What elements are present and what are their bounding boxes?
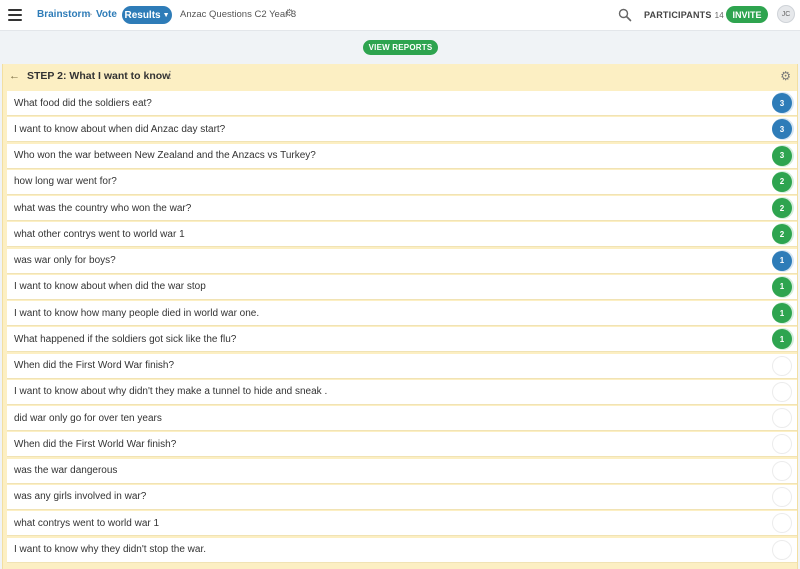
search-icon[interactable] [618, 8, 632, 22]
list-item-text: was war only for boys? [14, 255, 116, 267]
breadcrumb-brainstorm[interactable]: Brainstorm [37, 9, 90, 20]
step-panel: ← STEP 2: What I want to know ⋮ ⚙ What f… [2, 64, 798, 569]
vote-count-badge[interactable] [772, 408, 792, 429]
vote-count-badge[interactable]: 2 [772, 171, 792, 192]
participants-button[interactable]: PARTICIPANTS 14 [644, 10, 724, 20]
list-item[interactable]: what was the country who won the war? 2 [7, 196, 797, 222]
list-item-text: I want to know about why didn't they mak… [14, 386, 328, 398]
step-settings-gear-icon[interactable]: ⚙ [780, 69, 791, 83]
vote-count-badge[interactable]: 1 [772, 250, 792, 271]
step-header: ← STEP 2: What I want to know ⋮ ⚙ [3, 64, 797, 90]
vote-count-badge[interactable] [772, 355, 792, 376]
list-item[interactable]: I want to know how many people died in w… [7, 301, 797, 327]
list-item-text: was the war dangerous [14, 465, 118, 477]
list-item-text: I want to know why they didn't stop the … [14, 544, 207, 556]
participants-label: PARTICIPANTS [644, 10, 712, 20]
vote-count-badge[interactable] [772, 539, 792, 560]
vote-count-badge[interactable] [772, 434, 792, 455]
idea-list: What food did the soldiers eat? 3 I want t… [7, 91, 797, 564]
list-item[interactable]: how long war went for? 2 [7, 169, 797, 195]
list-item-text: When did the First World War finish? [14, 438, 177, 450]
list-item-text: what was the country who won the war? [14, 202, 192, 214]
results-dropdown-button[interactable]: Results ▼ [122, 6, 172, 24]
list-item-text: Who won the war between New Zealand and … [14, 150, 316, 162]
breadcrumb-separator: → [84, 8, 94, 19]
avatar[interactable]: JC [777, 5, 795, 23]
list-item-text: what other contrys went to world war 1 [14, 228, 185, 240]
board-settings-gear-icon[interactable]: ⚙ [285, 8, 294, 19]
hamburger-menu-icon[interactable] [8, 9, 22, 21]
vote-count-badge[interactable]: 1 [772, 329, 792, 350]
invite-button[interactable]: INVITE [726, 6, 768, 23]
list-item-text: What happened if the soldiers got sick l… [14, 333, 237, 345]
list-item[interactable]: I want to know why they didn't stop the … [7, 537, 797, 563]
list-item-text: how long war went for? [14, 176, 117, 188]
vote-count-badge[interactable]: 2 [772, 224, 792, 245]
vote-count-badge[interactable]: 3 [772, 119, 792, 140]
list-item[interactable]: what other contrys went to world war 1 2 [7, 222, 797, 248]
list-item-text: was any girls involved in war? [14, 491, 147, 503]
view-reports-button[interactable]: VIEW REPORTS [363, 40, 438, 55]
participants-count: 14 [714, 11, 724, 20]
top-bar: Brainstorm → Vote Results ▼ Anzac Questi… [0, 0, 800, 31]
list-item[interactable]: Who won the war between New Zealand and … [7, 143, 797, 169]
vote-count-badge[interactable] [772, 460, 792, 481]
vote-count-badge[interactable]: 2 [772, 198, 792, 219]
list-item[interactable]: When did the First World War finish? [7, 432, 797, 458]
list-item[interactable]: was war only for boys? 1 [7, 248, 797, 274]
list-item[interactable]: was any girls involved in war? [7, 484, 797, 510]
list-item[interactable]: what contrys went to world war 1 [7, 511, 797, 537]
vote-count-badge[interactable]: 1 [772, 303, 792, 324]
list-item[interactable]: I want to know about when did Anzac day … [7, 117, 797, 143]
back-arrow-icon[interactable]: ← [9, 70, 20, 82]
list-item[interactable]: did war only go for over ten years [7, 406, 797, 432]
list-item[interactable]: I want to know about why didn't they mak… [7, 379, 797, 405]
list-item-text: When did the First Word War finish? [14, 360, 175, 372]
list-item-text: did war only go for over ten years [14, 412, 162, 424]
board-title: Anzac Questions C2 Year 3 [180, 9, 297, 20]
list-item-text: I want to know how many people died in w… [14, 307, 260, 319]
vote-count-badge[interactable] [772, 486, 792, 507]
step-options-icon[interactable]: ⋮ [165, 70, 175, 81]
list-item[interactable]: I want to know about when did the war st… [7, 274, 797, 300]
list-item[interactable]: When did the First Word War finish? [7, 353, 797, 379]
list-item-text: what contrys went to world war 1 [14, 517, 160, 529]
list-item[interactable]: was the war dangerous [7, 458, 797, 484]
vote-count-badge[interactable]: 1 [772, 276, 792, 297]
chevron-down-icon: ▼ [162, 12, 170, 19]
breadcrumb-vote[interactable]: Vote [96, 9, 117, 20]
vote-count-badge[interactable] [772, 513, 792, 534]
step-title: STEP 2: What I want to know [27, 70, 171, 82]
list-item[interactable]: What food did the soldiers eat? 3 [7, 91, 797, 116]
list-item[interactable]: What happened if the soldiers got sick l… [7, 327, 797, 353]
vote-count-badge[interactable]: 3 [772, 93, 792, 113]
list-item-text: What food did the soldiers eat? [14, 97, 152, 109]
vote-count-badge[interactable]: 3 [772, 145, 792, 166]
results-label: Results [124, 9, 161, 21]
list-item-text: I want to know about when did the war st… [14, 281, 206, 293]
vote-count-badge[interactable] [772, 381, 792, 402]
list-item-text: I want to know about when did Anzac day … [14, 123, 226, 135]
